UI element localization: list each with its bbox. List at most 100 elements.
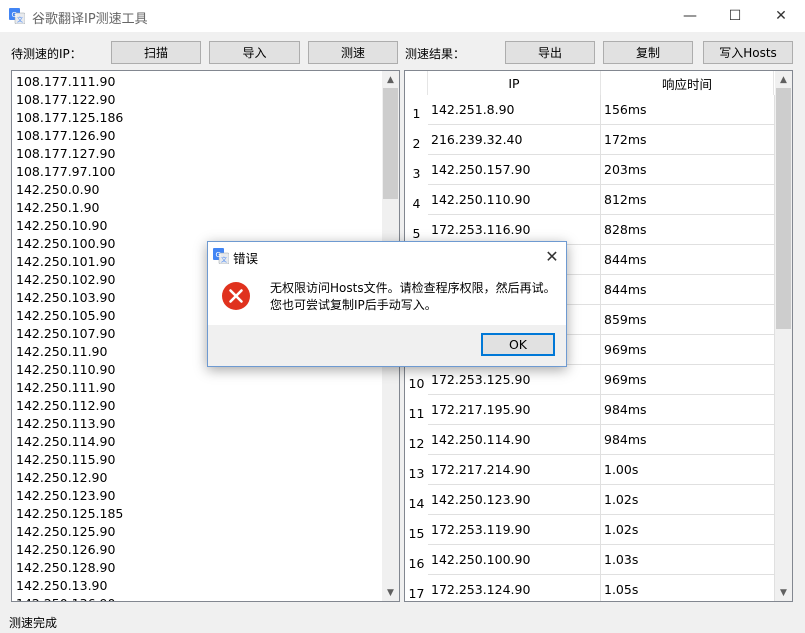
maximize-button[interactable]: ☐ [712, 0, 758, 32]
ip-list-item[interactable]: 142.250.12.90 [16, 469, 123, 487]
ip-cell[interactable]: 216.239.32.40 [428, 125, 601, 155]
ip-list-item[interactable]: 142.250.0.90 [16, 181, 123, 199]
ip-list-item[interactable]: 142.250.128.90 [16, 559, 123, 577]
table-row[interactable]: 15 172.253.119.90 1.02s [405, 515, 775, 545]
scroll-down-arrow-icon[interactable]: ▼ [775, 584, 792, 601]
ip-list-item[interactable]: 142.250.10.90 [16, 217, 123, 235]
table-row[interactable]: 2 216.239.32.40 172ms [405, 125, 775, 155]
ip-cell[interactable]: 142.250.110.90 [428, 185, 601, 215]
table-row[interactable]: 14 142.250.123.90 1.02s [405, 485, 775, 515]
ip-list-item[interactable]: 108.177.126.90 [16, 127, 123, 145]
ip-list-item[interactable]: 142.250.102.90 [16, 271, 123, 289]
ip-cell[interactable]: 172.253.125.90 [428, 365, 601, 395]
ip-list-item[interactable]: 142.250.125.90 [16, 523, 123, 541]
response-time-cell[interactable]: 969ms [601, 335, 775, 365]
ip-list-item[interactable]: 142.250.111.90 [16, 379, 123, 397]
table-row[interactable]: 12 142.250.114.90 984ms [405, 425, 775, 455]
scroll-up-arrow-icon[interactable]: ▲ [382, 71, 399, 88]
response-time-cell[interactable]: 812ms [601, 185, 775, 215]
ip-list-item[interactable]: 142.250.105.90 [16, 307, 123, 325]
ip-list-item[interactable]: 142.250.126.90 [16, 541, 123, 559]
ip-list-item[interactable]: 142.250.100.90 [16, 235, 123, 253]
ip-list-item[interactable]: 142.250.11.90 [16, 343, 123, 361]
table-row[interactable]: 11 172.217.195.90 984ms [405, 395, 775, 425]
ip-list-item[interactable]: 142.250.103.90 [16, 289, 123, 307]
ip-cell[interactable]: 172.253.124.90 [428, 575, 601, 601]
ip-list-item[interactable]: 108.177.125.186 [16, 109, 123, 127]
ok-button[interactable]: OK [481, 333, 555, 356]
ip-list-item[interactable]: 142.250.114.90 [16, 433, 123, 451]
ip-list-item[interactable]: 108.177.111.90 [16, 73, 123, 91]
ip-cell[interactable]: 142.250.114.90 [428, 425, 601, 455]
export-button[interactable]: 导出 [505, 41, 595, 64]
response-time-cell[interactable]: 1.02s [601, 485, 775, 515]
table-row[interactable]: 3 142.250.157.90 203ms [405, 155, 775, 185]
ip-cell[interactable]: 142.251.8.90 [428, 95, 601, 125]
close-button[interactable]: ✕ [758, 0, 804, 32]
ip-list-item[interactable]: 142.250.123.90 [16, 487, 123, 505]
speed-test-button[interactable]: 测速 [308, 41, 398, 64]
ip-list-item[interactable]: 142.250.110.90 [16, 361, 123, 379]
write-hosts-button[interactable]: 写入Hosts [703, 41, 793, 64]
row-number[interactable]: 16 [405, 545, 428, 575]
ip-cell[interactable]: 172.217.195.90 [428, 395, 601, 425]
ip-list-item[interactable]: 142.250.112.90 [16, 397, 123, 415]
response-time-cell[interactable]: 172ms [601, 125, 775, 155]
response-time-cell[interactable]: 1.00s [601, 455, 775, 485]
row-number[interactable]: 2 [405, 125, 428, 155]
response-time-cell[interactable]: 844ms [601, 245, 775, 275]
ip-cell[interactable]: 172.217.214.90 [428, 455, 601, 485]
copy-button[interactable]: 复制 [603, 41, 693, 64]
ip-cell[interactable]: 142.250.123.90 [428, 485, 601, 515]
row-number[interactable]: 10 [405, 365, 428, 395]
row-number[interactable]: 17 [405, 575, 428, 601]
response-time-cell[interactable]: 1.02s [601, 515, 775, 545]
ip-list-item[interactable]: 142.250.101.90 [16, 253, 123, 271]
response-time-cell[interactable]: 1.03s [601, 545, 775, 575]
ip-list-item[interactable]: 142.250.136.90 [16, 595, 123, 601]
ip-list-item[interactable]: 142.250.125.185 [16, 505, 123, 523]
ip-list-item[interactable]: 108.177.127.90 [16, 145, 123, 163]
scroll-down-arrow-icon[interactable]: ▼ [382, 584, 399, 601]
response-time-cell[interactable]: 1.05s [601, 575, 775, 601]
column-header-ip[interactable]: IP [428, 71, 601, 95]
row-number[interactable]: 15 [405, 515, 428, 545]
scan-button[interactable]: 扫描 [111, 41, 201, 64]
ip-list-item[interactable]: 108.177.97.100 [16, 163, 123, 181]
response-time-cell[interactable]: 859ms [601, 305, 775, 335]
ip-list-item[interactable]: 142.250.1.90 [16, 199, 123, 217]
row-number[interactable]: 4 [405, 185, 428, 215]
table-row[interactable]: 10 172.253.125.90 969ms [405, 365, 775, 395]
scroll-thumb[interactable] [383, 88, 398, 199]
minimize-button[interactable]: — [667, 0, 713, 32]
ip-list-item[interactable]: 142.250.115.90 [16, 451, 123, 469]
response-time-cell[interactable]: 984ms [601, 425, 775, 455]
ip-list-item[interactable]: 142.250.113.90 [16, 415, 123, 433]
row-number[interactable]: 11 [405, 395, 428, 425]
table-row[interactable]: 13 172.217.214.90 1.00s [405, 455, 775, 485]
ip-list-item[interactable]: 142.250.13.90 [16, 577, 123, 595]
import-button[interactable]: 导入 [209, 41, 300, 64]
row-number[interactable]: 14 [405, 485, 428, 515]
response-time-cell[interactable]: 969ms [601, 365, 775, 395]
table-row[interactable]: 1 142.251.8.90 156ms [405, 95, 775, 125]
response-time-cell[interactable]: 844ms [601, 275, 775, 305]
dialog-close-button[interactable]: ✕ [542, 246, 562, 266]
ip-cell[interactable]: 142.250.100.90 [428, 545, 601, 575]
response-time-cell[interactable]: 156ms [601, 95, 775, 125]
ip-cell[interactable]: 142.250.157.90 [428, 155, 601, 185]
response-time-cell[interactable]: 203ms [601, 155, 775, 185]
results-scrollbar[interactable]: ▲ ▼ [775, 71, 792, 601]
scroll-thumb[interactable] [776, 88, 791, 329]
row-number[interactable]: 12 [405, 425, 428, 455]
row-number[interactable]: 3 [405, 155, 428, 185]
scroll-up-arrow-icon[interactable]: ▲ [775, 71, 792, 88]
response-time-cell[interactable]: 828ms [601, 215, 775, 245]
table-row[interactable]: 4 142.250.110.90 812ms [405, 185, 775, 215]
response-time-cell[interactable]: 984ms [601, 395, 775, 425]
ip-cell[interactable]: 172.253.119.90 [428, 515, 601, 545]
ip-list-item[interactable]: 108.177.122.90 [16, 91, 123, 109]
row-number[interactable]: 13 [405, 455, 428, 485]
column-header-response-time[interactable]: ^ 响应时间 [601, 71, 774, 95]
row-number[interactable]: 1 [405, 95, 428, 125]
